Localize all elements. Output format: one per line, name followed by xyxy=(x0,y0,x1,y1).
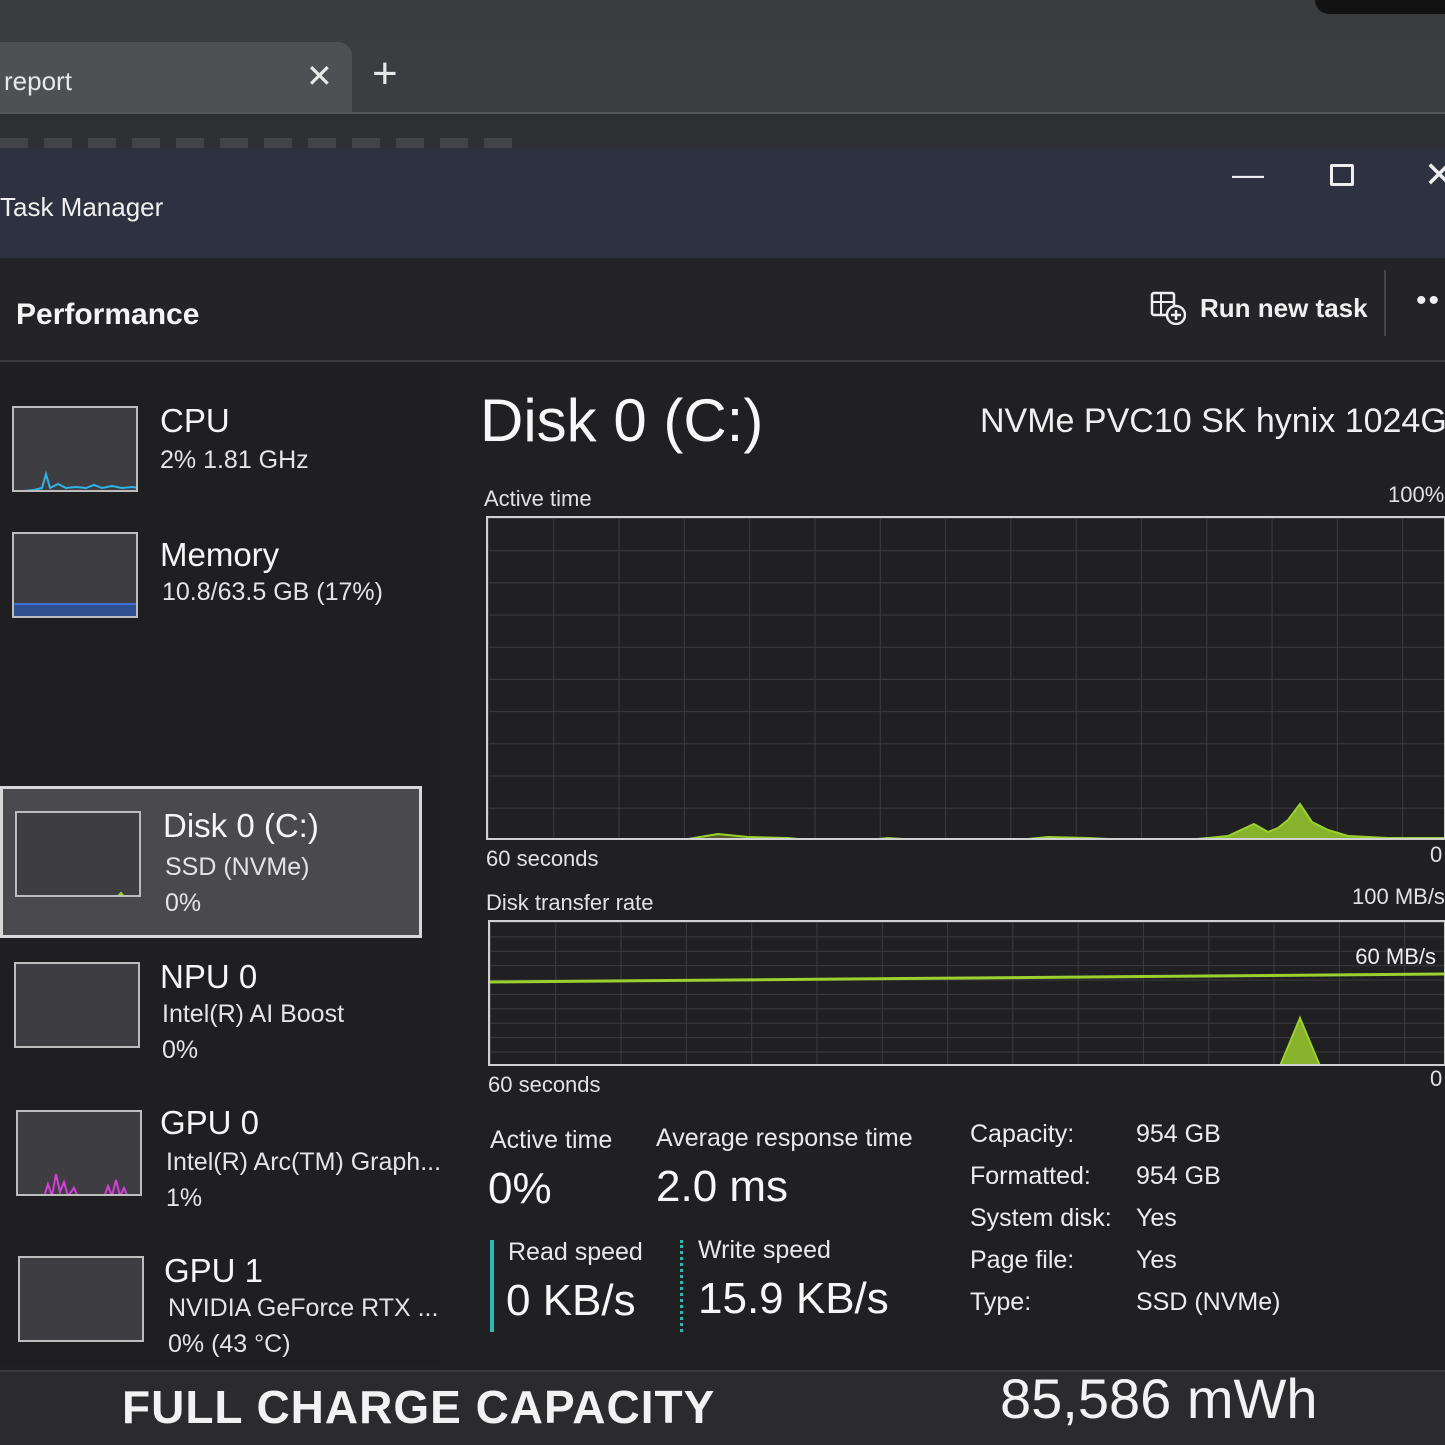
run-new-task-button[interactable]: Run new task xyxy=(1150,286,1368,330)
memory-thumbnail-graph xyxy=(12,532,138,618)
active-time-stat-value: 0% xyxy=(488,1164,552,1213)
sidebar-item-detail: 10.8/63.5 GB (17%) xyxy=(162,578,383,606)
active-time-graph xyxy=(486,516,1445,840)
transfer-rate-graph-max: 100 MB/s xyxy=(1352,884,1445,909)
battery-report-strip: FULL CHARGE CAPACITY 85,586 mWh xyxy=(0,1367,1445,1445)
property-key: Type: xyxy=(970,1288,1032,1316)
close-button[interactable]: ✕ xyxy=(1424,154,1445,196)
full-charge-capacity-label: FULL CHARGE CAPACITY xyxy=(122,1381,716,1433)
transfer-rate-graph-min: 0 xyxy=(1430,1066,1443,1091)
cpu-thumbnail-graph xyxy=(12,406,138,492)
property-value: Yes xyxy=(1136,1204,1177,1232)
property-key: Formatted: xyxy=(970,1162,1091,1190)
performance-sidebar: CPU 2% 1.81 GHz Memory 10.8/63.5 GB (17%… xyxy=(0,364,441,1364)
avg-response-stat-value: 2.0 ms xyxy=(656,1162,789,1211)
npu-thumbnail-graph xyxy=(14,962,140,1048)
transfer-rate-graph-label: Disk transfer rate xyxy=(486,890,654,915)
read-speed-value: 0 KB/s xyxy=(506,1276,636,1325)
sidebar-item-memory[interactable]: Memory 10.8/63.5 GB (17%) xyxy=(0,522,422,670)
sidebar-item-usage: 0% xyxy=(165,889,202,917)
full-charge-capacity-value: 85,586 mWh xyxy=(1000,1367,1318,1430)
sidebar-item-disk0[interactable]: Disk 0 (C:) SSD (NVMe) 0% xyxy=(0,786,422,938)
header-divider xyxy=(1384,270,1386,336)
occluded-page-text xyxy=(0,138,520,148)
sidebar-item-label: NPU 0 xyxy=(160,958,258,995)
property-key: Capacity: xyxy=(970,1120,1075,1148)
sidebar-item-detail: Intel(R) Arc(TM) Graph... xyxy=(166,1148,442,1176)
property-key: System disk: xyxy=(970,1204,1112,1232)
sidebar-item-detail: SSD (NVMe) xyxy=(165,853,310,881)
sidebar-item-label: Disk 0 (C:) xyxy=(163,807,319,844)
minimize-button[interactable]: — xyxy=(1232,156,1264,193)
transfer-rate-reference-label: 60 MB/s xyxy=(1355,944,1436,969)
active-time-window-label: 60 seconds xyxy=(486,846,599,871)
avg-response-stat-label: Average response time xyxy=(656,1124,913,1152)
browser-tabstrip: report ✕ + xyxy=(0,40,1445,112)
device-notch xyxy=(1315,0,1445,14)
screen-top-edge xyxy=(0,0,1445,40)
active-time-graph-label: Active time xyxy=(484,486,592,511)
property-key: Page file: xyxy=(970,1246,1075,1274)
gpu0-thumbnail-graph xyxy=(16,1110,142,1196)
active-time-graph-min: 0 xyxy=(1430,842,1443,867)
disk-model-name: NVMe PVC10 SK hynix 1024GB xyxy=(980,402,1445,440)
sidebar-item-label: GPU 0 xyxy=(160,1104,260,1141)
task-manager-window: Task Manager — ✕ Performance Run new tas… xyxy=(0,148,1445,1370)
sidebar-item-label: Memory xyxy=(160,536,280,573)
sidebar-item-usage: 1% xyxy=(166,1184,203,1212)
browser-tab-title: report xyxy=(4,66,72,96)
new-tab-button[interactable]: + xyxy=(372,52,398,96)
browser-tab[interactable]: report ✕ xyxy=(0,42,352,112)
active-time-graph-max: 100% xyxy=(1388,482,1445,507)
disk-detail-panel: Disk 0 (C:) NVMe PVC10 SK hynix 1024GB A… xyxy=(470,364,1445,1364)
title-bar: Task Manager — ✕ xyxy=(0,148,1445,258)
sidebar-item-detail: Intel(R) AI Boost xyxy=(162,1000,345,1028)
read-speed-label: Read speed xyxy=(508,1238,643,1266)
sidebar-item-label: GPU 1 xyxy=(164,1252,264,1289)
transfer-rate-window-label: 60 seconds xyxy=(488,1072,601,1097)
page-title: Performance xyxy=(16,298,200,331)
active-time-stat-label: Active time xyxy=(490,1126,613,1154)
sidebar-item-npu0[interactable]: NPU 0 Intel(R) AI Boost 0% xyxy=(0,950,422,1098)
browser-toolbar xyxy=(0,112,1445,152)
more-options-icon[interactable]: •• xyxy=(1416,284,1441,318)
run-task-icon xyxy=(1150,291,1187,326)
property-value: 954 GB xyxy=(1136,1162,1221,1190)
detail-title: Disk 0 (C:) xyxy=(480,387,764,454)
property-value: Yes xyxy=(1136,1246,1177,1274)
run-new-task-label: Run new task xyxy=(1200,292,1368,323)
write-speed-value: 15.9 KB/s xyxy=(698,1274,889,1323)
property-value: SSD (NVMe) xyxy=(1136,1288,1281,1316)
close-icon[interactable]: ✕ xyxy=(306,60,333,92)
sidebar-item-usage: 0% (43 °C) xyxy=(168,1330,291,1358)
gpu1-thumbnail-graph xyxy=(18,1256,144,1342)
sidebar-item-label: CPU xyxy=(160,402,230,439)
maximize-button[interactable] xyxy=(1330,164,1354,186)
read-speed-indicator xyxy=(490,1240,494,1332)
window-title: Task Manager xyxy=(0,192,164,222)
sidebar-item-cpu[interactable]: CPU 2% 1.81 GHz xyxy=(0,392,422,540)
sidebar-item-gpu0[interactable]: GPU 0 Intel(R) Arc(TM) Graph... 1% xyxy=(0,1098,441,1246)
sidebar-item-detail: 2% 1.81 GHz xyxy=(160,446,309,474)
transfer-rate-graph: 60 MB/s xyxy=(488,920,1445,1066)
sidebar-item-detail: NVIDIA GeForce RTX ... xyxy=(168,1294,439,1322)
property-value: 954 GB xyxy=(1136,1120,1221,1148)
write-speed-label: Write speed xyxy=(698,1236,831,1264)
page-header: Performance Run new task •• xyxy=(0,258,1445,362)
disk-thumbnail-graph xyxy=(15,811,141,897)
sidebar-item-usage: 0% xyxy=(162,1036,199,1064)
write-speed-indicator xyxy=(680,1240,683,1332)
